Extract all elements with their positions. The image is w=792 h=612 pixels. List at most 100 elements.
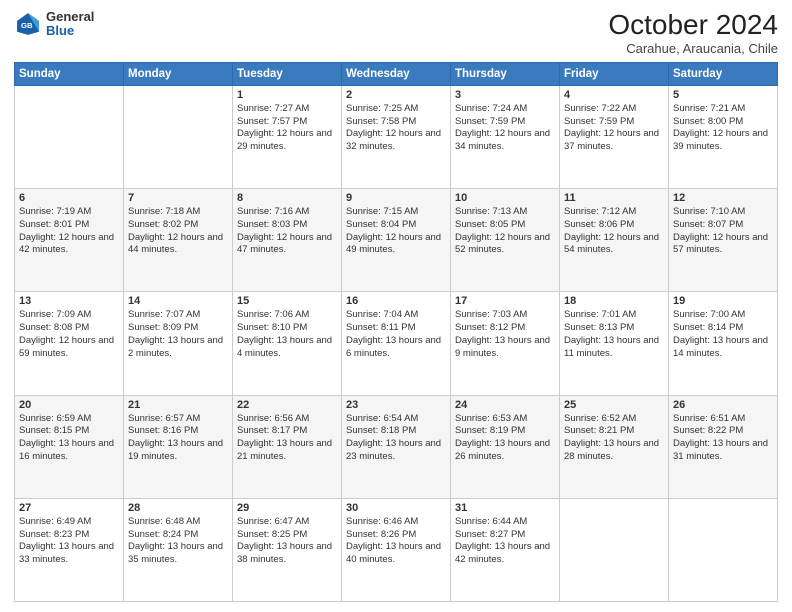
calendar-cell: 2 Sunrise: 7:25 AMSunset: 7:58 PMDaylight… [342,85,451,188]
day-info: Sunrise: 7:25 AMSunset: 7:58 PMDaylight:… [346,103,446,154]
week-row-4: 20 Sunrise: 6:59 AMSunset: 8:15 PMDayligh… [15,395,778,498]
calendar-cell: 3 Sunrise: 7:24 AMSunset: 7:59 PMDaylight… [451,85,560,188]
day-number: 28 [128,502,228,514]
day-number: 8 [237,192,337,204]
calendar-cell: 1 Sunrise: 7:27 AMSunset: 7:57 PMDaylight… [233,85,342,188]
calendar-cell: 17 Sunrise: 7:03 AMSunset: 8:12 PMDayligh… [451,292,560,395]
week-row-1: 1 Sunrise: 7:27 AMSunset: 7:57 PMDaylight… [15,85,778,188]
day-info: Sunrise: 6:56 AMSunset: 8:17 PMDaylight:… [237,413,337,464]
day-info: Sunrise: 6:52 AMSunset: 8:21 PMDaylight:… [564,413,664,464]
calendar-cell: 9 Sunrise: 7:15 AMSunset: 8:04 PMDaylight… [342,189,451,292]
day-info: Sunrise: 6:59 AMSunset: 8:15 PMDaylight:… [19,413,119,464]
day-info: Sunrise: 7:16 AMSunset: 8:03 PMDaylight:… [237,206,337,257]
day-info: Sunrise: 6:46 AMSunset: 8:26 PMDaylight:… [346,516,446,567]
week-row-5: 27 Sunrise: 6:49 AMSunset: 8:23 PMDayligh… [15,498,778,601]
calendar-cell: 11Sunrise: 7:12 AMSunset: 8:06 PMDayligh… [560,189,669,292]
calendar-cell: 24 Sunrise: 6:53 AMSunset: 8:19 PMDayligh… [451,395,560,498]
day-number: 25 [564,399,664,411]
day-info: Sunrise: 7:10 AMSunset: 8:07 PMDaylight:… [673,206,773,257]
day-info: Sunrise: 7:01 AMSunset: 8:13 PMDaylight:… [564,309,664,360]
week-row-2: 6 Sunrise: 7:19 AMSunset: 8:01 PMDaylight… [15,189,778,292]
day-number: 10 [455,192,555,204]
calendar-cell: 7Sunrise: 7:18 AMSunset: 8:02 PMDaylight… [124,189,233,292]
calendar-cell: 16 Sunrise: 7:04 AMSunset: 8:11 PMDayligh… [342,292,451,395]
calendar-cell: 10 Sunrise: 7:13 AMSunset: 8:05 PMDayligh… [451,189,560,292]
calendar-cell [560,498,669,601]
calendar-cell: 21Sunrise: 6:57 AMSunset: 8:16 PMDayligh… [124,395,233,498]
calendar-cell [669,498,778,601]
day-number: 18 [564,295,664,307]
title-block: October 2024 Carahue, Araucania, Chile [608,10,778,56]
calendar-cell: 12 Sunrise: 7:10 AMSunset: 8:07 PMDayligh… [669,189,778,292]
day-info: Sunrise: 6:48 AMSunset: 8:24 PMDaylight:… [128,516,228,567]
day-info: Sunrise: 7:21 AMSunset: 8:00 PMDaylight:… [673,103,773,154]
calendar-cell: 6 Sunrise: 7:19 AMSunset: 8:01 PMDaylight… [15,189,124,292]
day-info: Sunrise: 6:57 AMSunset: 8:16 PMDaylight:… [128,413,228,464]
day-number: 30 [346,502,446,514]
calendar-cell: 22 Sunrise: 6:56 AMSunset: 8:17 PMDayligh… [233,395,342,498]
day-number: 22 [237,399,337,411]
day-info: Sunrise: 7:13 AMSunset: 8:05 PMDaylight:… [455,206,555,257]
logo-text: General Blue [46,10,94,39]
calendar-cell: 18 Sunrise: 7:01 AMSunset: 8:13 PMDayligh… [560,292,669,395]
week-row-3: 13Sunrise: 7:09 AMSunset: 8:08 PMDayligh… [15,292,778,395]
day-info: Sunrise: 7:15 AMSunset: 8:04 PMDaylight:… [346,206,446,257]
day-number: 14 [128,295,228,307]
weekday-sunday: Sunday [15,62,124,85]
svg-text:GB: GB [21,21,33,30]
day-number: 19 [673,295,773,307]
day-info: Sunrise: 7:18 AMSunset: 8:02 PMDaylight:… [128,206,228,257]
day-number: 11 [564,192,664,204]
day-number: 17 [455,295,555,307]
day-number: 24 [455,399,555,411]
day-number: 15 [237,295,337,307]
day-info: Sunrise: 7:24 AMSunset: 7:59 PMDaylight:… [455,103,555,154]
calendar-cell [124,85,233,188]
day-info: Sunrise: 6:49 AMSunset: 8:23 PMDaylight:… [19,516,119,567]
calendar-cell [15,85,124,188]
day-number: 20 [19,399,119,411]
day-number: 2 [346,89,446,101]
weekday-monday: Monday [124,62,233,85]
day-info: Sunrise: 6:53 AMSunset: 8:19 PMDaylight:… [455,413,555,464]
day-number: 16 [346,295,446,307]
day-info: Sunrise: 7:09 AMSunset: 8:08 PMDaylight:… [19,309,119,360]
day-info: Sunrise: 7:19 AMSunset: 8:01 PMDaylight:… [19,206,119,257]
day-info: Sunrise: 6:47 AMSunset: 8:25 PMDaylight:… [237,516,337,567]
calendar-cell: 26 Sunrise: 6:51 AMSunset: 8:22 PMDayligh… [669,395,778,498]
day-number: 9 [346,192,446,204]
day-info: Sunrise: 7:03 AMSunset: 8:12 PMDaylight:… [455,309,555,360]
calendar-cell: 19 Sunrise: 7:00 AMSunset: 8:14 PMDayligh… [669,292,778,395]
calendar-cell: 28 Sunrise: 6:48 AMSunset: 8:24 PMDayligh… [124,498,233,601]
logo-general: General [46,10,94,24]
day-number: 26 [673,399,773,411]
calendar-cell: 30 Sunrise: 6:46 AMSunset: 8:26 PMDayligh… [342,498,451,601]
logo-icon: GB [14,10,42,38]
day-info: Sunrise: 7:06 AMSunset: 8:10 PMDaylight:… [237,309,337,360]
day-info: Sunrise: 6:51 AMSunset: 8:22 PMDaylight:… [673,413,773,464]
calendar-cell: 4 Sunrise: 7:22 AMSunset: 7:59 PMDaylight… [560,85,669,188]
calendar-title: October 2024 [608,10,778,41]
day-number: 6 [19,192,119,204]
day-number: 3 [455,89,555,101]
day-number: 4 [564,89,664,101]
calendar-cell: 20 Sunrise: 6:59 AMSunset: 8:15 PMDayligh… [15,395,124,498]
weekday-thursday: Thursday [451,62,560,85]
calendar-cell: 29Sunrise: 6:47 AMSunset: 8:25 PMDayligh… [233,498,342,601]
day-info: Sunrise: 7:22 AMSunset: 7:59 PMDaylight:… [564,103,664,154]
calendar-subtitle: Carahue, Araucania, Chile [608,41,778,56]
day-info: Sunrise: 7:00 AMSunset: 8:14 PMDaylight:… [673,309,773,360]
day-info: Sunrise: 7:27 AMSunset: 7:57 PMDaylight:… [237,103,337,154]
calendar-cell: 15 Sunrise: 7:06 AMSunset: 8:10 PMDayligh… [233,292,342,395]
day-number: 27 [19,502,119,514]
day-number: 12 [673,192,773,204]
calendar-cell: 8 Sunrise: 7:16 AMSunset: 8:03 PMDaylight… [233,189,342,292]
day-number: 5 [673,89,773,101]
header: GB General Blue October 2024 Carahue, Ar… [14,10,778,56]
day-info: Sunrise: 7:04 AMSunset: 8:11 PMDaylight:… [346,309,446,360]
calendar-cell: 23 Sunrise: 6:54 AMSunset: 8:18 PMDayligh… [342,395,451,498]
weekday-friday: Friday [560,62,669,85]
day-number: 1 [237,89,337,101]
day-info: Sunrise: 6:54 AMSunset: 8:18 PMDaylight:… [346,413,446,464]
day-number: 23 [346,399,446,411]
